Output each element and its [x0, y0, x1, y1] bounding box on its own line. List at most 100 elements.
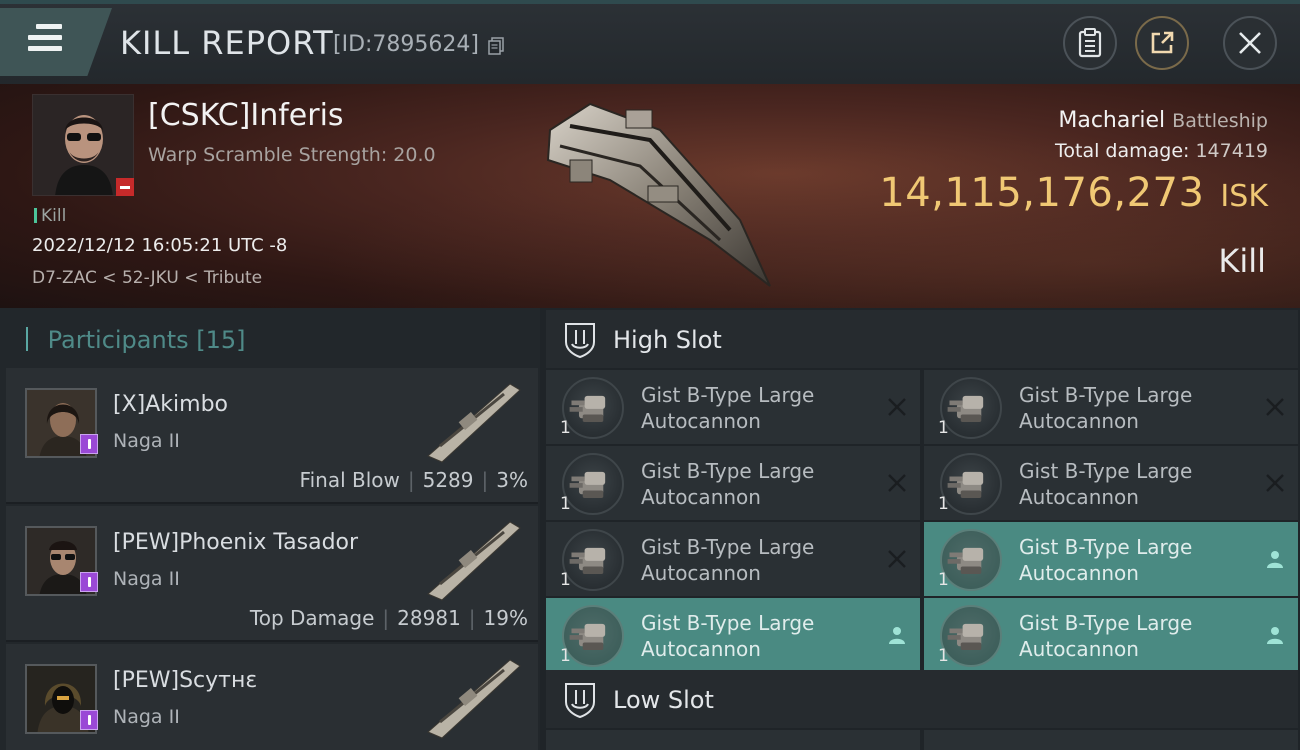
module-name-line2: Autocannon	[1019, 409, 1139, 433]
module-name-line1: Gist B-Type Large	[1019, 459, 1193, 483]
module-name-line2: Autocannon	[641, 409, 761, 433]
low-slot-title: Low Slot	[613, 686, 714, 714]
kill-tag: Kill	[34, 206, 66, 226]
kill-location[interactable]: D7-ZAC < 52-JKU < Tribute	[32, 268, 262, 288]
destroyed-x-icon	[886, 472, 908, 494]
hamburger-icon[interactable]	[28, 24, 62, 52]
module-name-line2: Autocannon	[1019, 485, 1139, 509]
autocannon-icon	[562, 605, 624, 667]
participant-ship: Naga II	[113, 568, 180, 590]
report-id: [ID:7895624]	[333, 32, 479, 57]
participant-damage: 5289	[422, 468, 474, 492]
module-name-line1: Gist B-Type Large	[641, 535, 815, 559]
module-name: Gist B-Type Large Autocannon	[1019, 382, 1259, 434]
participants-panel: Participants [15] [X]Akimbo Naga II Fina…	[0, 308, 540, 750]
participant-percent: 3%	[496, 468, 528, 492]
high-slot-icon	[565, 323, 595, 358]
fitting-panel: High Slot 1 Gist B-Type Large Autocannon 1 G…	[540, 308, 1300, 750]
module-quantity: 1	[938, 646, 949, 666]
participant-name[interactable]: [PEW]Scyтнɛ	[113, 668, 257, 693]
module-quantity: 1	[560, 646, 571, 666]
victim-summary: [CSKC]Inferis Warp Scramble Strength: 20…	[0, 84, 1300, 308]
total-damage-value: 147419	[1195, 140, 1268, 162]
low-slot-module-partial[interactable]	[924, 730, 1298, 750]
destroyed-x-icon	[1264, 472, 1286, 494]
participant-card[interactable]: [PEW]Phoenix Tasador Naga II Top Damage |…	[6, 506, 538, 642]
module-name-line1: Gist B-Type Large	[1019, 611, 1193, 635]
module-quantity: 1	[938, 494, 949, 514]
module-name: Gist B-Type Large Autocannon	[641, 610, 881, 662]
participant-card[interactable]: [PEW]Scyтнɛ Naga II	[6, 644, 538, 750]
module-name-line2: Autocannon	[641, 637, 761, 661]
module-quantity: 1	[560, 418, 571, 438]
outcome-label: Kill	[1218, 242, 1266, 280]
isk-amount: 14,115,176,273	[879, 170, 1205, 216]
total-damage-label: Total damage:	[1055, 140, 1190, 162]
participant-ship: Naga II	[113, 430, 180, 452]
participants-heading: Participants [15]	[26, 326, 246, 354]
autocannon-icon	[562, 529, 624, 591]
destroyed-x-icon	[1264, 396, 1286, 418]
module-quantity: 1	[560, 494, 571, 514]
low-slot-icon	[565, 683, 595, 718]
module-slot[interactable]: 1 Gist B-Type Large Autocannon	[924, 522, 1298, 596]
module-name: Gist B-Type Large Autocannon	[1019, 610, 1259, 662]
autocannon-icon	[940, 377, 1002, 439]
share-icon	[1151, 31, 1174, 54]
autocannon-icon	[562, 453, 624, 515]
module-name: Gist B-Type Large Autocannon	[641, 458, 881, 510]
autocannon-icon	[940, 529, 1002, 591]
module-name: Gist B-Type Large Autocannon	[1019, 458, 1259, 510]
module-name-line2: Autocannon	[1019, 561, 1139, 585]
module-slot[interactable]: 1 Gist B-Type Large Autocannon	[924, 598, 1298, 672]
module-name-line1: Gist B-Type Large	[1019, 383, 1193, 407]
dropped-person-icon	[886, 624, 908, 646]
low-slot-module-partial[interactable]	[546, 730, 920, 750]
isk-value: 14,115,176,273 ISK	[879, 170, 1268, 216]
report-button[interactable]	[1063, 16, 1117, 70]
participant-ship-image	[427, 521, 521, 601]
participant-name[interactable]: [X]Akimbo	[113, 392, 228, 417]
victim-name[interactable]: [CSKC]Inferis	[148, 98, 344, 133]
participant-card[interactable]: [X]Akimbo Naga II Final Blow | 5289 | 3%	[6, 368, 538, 504]
module-name-line2: Autocannon	[1019, 637, 1139, 661]
close-button[interactable]	[1223, 16, 1277, 70]
module-slot[interactable]: 1 Gist B-Type Large Autocannon	[924, 370, 1298, 444]
dropped-person-icon	[1264, 548, 1286, 570]
module-slot[interactable]: 1 Gist B-Type Large Autocannon	[546, 598, 920, 672]
clipboard-icon	[1078, 28, 1102, 58]
high-slot-header: High Slot	[546, 310, 1298, 368]
hostile-badge	[116, 178, 134, 196]
participant-stats: Final Blow | 5289 | 3%	[299, 468, 528, 492]
participant-name[interactable]: [PEW]Phoenix Tasador	[113, 530, 358, 555]
dropped-person-icon	[1264, 624, 1286, 646]
module-quantity: 1	[938, 570, 949, 590]
participant-ship-image	[427, 659, 521, 739]
module-name-line2: Autocannon	[641, 485, 761, 509]
module-slot[interactable]: 1 Gist B-Type Large Autocannon	[546, 370, 920, 444]
module-name: Gist B-Type Large Autocannon	[1019, 534, 1259, 586]
kill-timestamp: 2022/12/12 16:05:21 UTC -8	[32, 235, 288, 256]
warp-scramble-strength: Warp Scramble Strength: 20.0	[148, 144, 436, 166]
ship-class: Battleship	[1172, 110, 1268, 132]
module-slot[interactable]: 1 Gist B-Type Large Autocannon	[546, 446, 920, 520]
module-slot[interactable]: 1 Gist B-Type Large Autocannon	[546, 522, 920, 596]
participants-title: Participants	[47, 326, 189, 354]
high-slot-title: High Slot	[613, 326, 722, 354]
participants-count: [15]	[196, 326, 246, 354]
participant-stats: Top Damage | 28981 | 19%	[249, 606, 528, 630]
autocannon-icon	[940, 605, 1002, 667]
participant-ship: Naga II	[113, 706, 180, 728]
corp-tag-icon	[80, 572, 98, 592]
copy-icon[interactable]	[488, 37, 504, 55]
module-name-line1: Gist B-Type Large	[641, 611, 815, 635]
module-slot[interactable]: 1 Gist B-Type Large Autocannon	[924, 446, 1298, 520]
low-slot-header: Low Slot	[546, 670, 1298, 728]
module-name-line2: Autocannon	[641, 561, 761, 585]
page-title: KILL REPORT	[120, 24, 334, 62]
title-bar: KILL REPORT [ID:7895624]	[0, 0, 1300, 84]
participant-role: Top Damage	[249, 606, 375, 630]
participant-damage: 28981	[397, 606, 461, 630]
victim-ship[interactable]: Machariel Battleship	[1058, 108, 1268, 133]
share-button[interactable]	[1135, 16, 1189, 70]
